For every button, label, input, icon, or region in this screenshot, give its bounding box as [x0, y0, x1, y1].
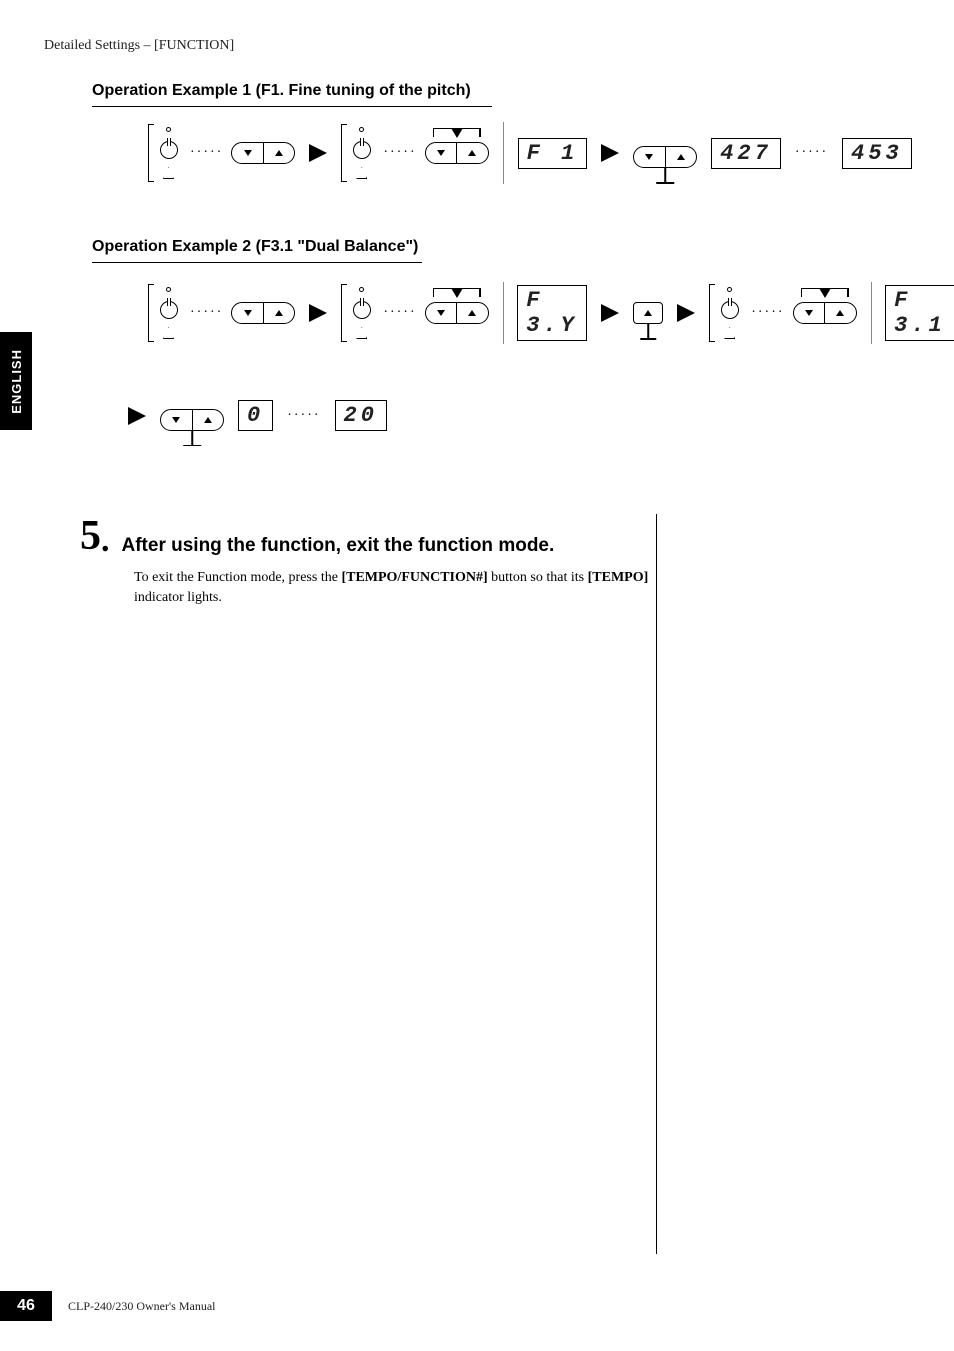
example2-diagram-row1: ····· ····· F 3.Y ·····: [148, 278, 954, 348]
up-button-icon: [633, 302, 663, 324]
step-heading: After using the function, exit the funct…: [122, 535, 555, 556]
dots: ·····: [190, 305, 223, 321]
bracket: ·····: [709, 278, 856, 348]
arrow-right-icon: [309, 304, 327, 322]
rocker-button-icon: [425, 142, 489, 164]
arrow-right-icon: [128, 407, 146, 425]
button-ref: [TEMPO/FUNCTION#]: [341, 570, 487, 585]
seg-display: F 3.1: [885, 285, 954, 341]
bracket: ·····: [341, 118, 488, 188]
page-number: 46: [0, 1291, 52, 1321]
rocker-button-icon: [231, 302, 295, 324]
dial-icon: [717, 287, 743, 339]
seg-display: F 3.Y: [517, 285, 587, 341]
seg-display: 20: [335, 400, 387, 431]
rocker-button-icon: [231, 142, 295, 164]
body-text: indicator lights.: [134, 590, 222, 605]
step-number-dot: .: [101, 522, 110, 559]
dots: ·····: [383, 305, 416, 321]
rocker-with-probe: [633, 138, 697, 168]
bracket: ·····: [148, 118, 295, 188]
dial-icon: [156, 127, 182, 179]
dots: ·····: [287, 408, 320, 424]
bracket: ·····: [341, 278, 488, 348]
sidebar-rule: [656, 514, 657, 1254]
body-text: button so that its: [488, 570, 588, 585]
dots: ·····: [795, 145, 828, 161]
dots: ·····: [383, 145, 416, 161]
rocker-button-icon: [425, 302, 489, 324]
step-body: To exit the Function mode, press the [TE…: [134, 568, 660, 609]
doc-title: CLP-240/230 Owner's Manual: [68, 1299, 215, 1314]
rocker-button-icon: [793, 302, 857, 324]
language-tab-label: ENGLISH: [9, 349, 24, 414]
rocker-button-icon: [160, 409, 224, 431]
press-both-indicator: [425, 302, 489, 324]
button-ref: [TEMPO]: [588, 570, 649, 585]
rocker-with-probe: [160, 401, 224, 431]
separator: [503, 282, 504, 344]
separator: [503, 122, 504, 184]
running-head: Detailed Settings – [FUNCTION]: [44, 38, 234, 54]
footer: 46 CLP-240/230 Owner's Manual: [0, 1291, 215, 1321]
press-both-indicator: [425, 142, 489, 164]
bracket: ·····: [148, 278, 295, 348]
arrow-right-icon: [309, 144, 327, 162]
example1-title: Operation Example 1 (F1. Fine tuning of …: [92, 82, 492, 107]
seg-display: 427: [711, 138, 781, 169]
seg-display: 453: [842, 138, 912, 169]
arrow-right-icon: [601, 144, 619, 162]
arrow-right-icon: [601, 304, 619, 322]
step-5: 5. After using the function, exit the fu…: [80, 512, 660, 609]
dots: ·····: [190, 145, 223, 161]
step-number: 5: [80, 512, 101, 560]
example1-diagram: ····· ····· F 1 427 ····· 453: [148, 118, 912, 188]
seg-display: 0: [238, 400, 273, 431]
dial-icon: [156, 287, 182, 339]
page: Detailed Settings – [FUNCTION] ENGLISH O…: [0, 0, 954, 1351]
dial-icon: [349, 287, 375, 339]
press-both-indicator: [793, 302, 857, 324]
example2-diagram-row2: 0 ····· 20: [128, 400, 387, 431]
seg-display: F 1: [518, 138, 588, 169]
language-tab: ENGLISH: [0, 332, 32, 430]
example2-title: Operation Example 2 (F3.1 "Dual Balance"…: [92, 238, 422, 263]
body-text: To exit the Function mode, press the: [134, 570, 341, 585]
separator: [871, 282, 872, 344]
rocker-button-icon: [633, 146, 697, 168]
dots: ·····: [751, 305, 784, 321]
dial-icon: [349, 127, 375, 179]
arrow-right-icon: [677, 304, 695, 322]
